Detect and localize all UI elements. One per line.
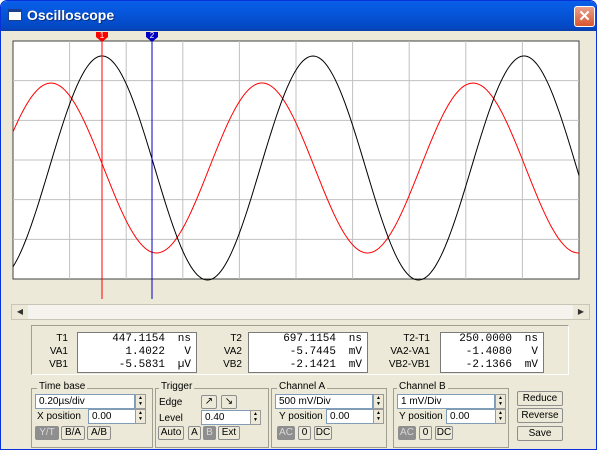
falling-edge-icon[interactable]: ↘ <box>221 395 237 409</box>
channel-b-title: Channel B <box>397 381 448 392</box>
unit-vb2: mV <box>348 359 362 371</box>
unit-va2-va1: V <box>531 346 538 358</box>
trigger-ext-button[interactable]: Ext <box>218 426 240 440</box>
unit-t2: ns <box>348 333 362 345</box>
unit-t1: ns <box>177 333 191 345</box>
channel-a-ac-button[interactable]: AC <box>277 426 295 440</box>
label-t2-t1: T2-T1 <box>403 333 430 344</box>
close-button[interactable]: ✕ <box>574 6 595 27</box>
measurement-readout: T1 VA1 VB1 447.1154 ns 1.4022 V -5.5831 µV … <box>31 325 569 375</box>
channel-a-ypos-label: Y position <box>279 411 323 422</box>
label-t1: T1 <box>56 333 68 344</box>
channel-b-zero-button[interactable]: 0 <box>419 426 432 440</box>
value-t2-t1: 250.0000 <box>459 333 512 345</box>
mode-yt-button[interactable]: Y/T <box>35 426 59 440</box>
unit-vb1: µV <box>177 359 191 371</box>
label-t2: T2 <box>230 333 242 344</box>
channel-b-scale-spinner[interactable]: ▲ ▼ <box>495 394 506 409</box>
value-t1: 447.1154 <box>112 333 165 345</box>
col2-values: 697.1154 ns -5.7445 mV -2.1421 mV <box>248 332 368 373</box>
label-vb2-vb1: VB2-VB1 <box>388 359 430 370</box>
scope-display: 1 2 <box>4 31 593 301</box>
horizontal-scrollbar[interactable]: ◀ ▶ <box>11 304 590 320</box>
col1-values: 447.1154 ns 1.4022 V -5.5831 µV <box>77 332 197 373</box>
channel-a-dc-button[interactable]: DC <box>314 426 332 440</box>
timebase-xpos-label: X position <box>37 411 81 422</box>
label-va2: VA2 <box>223 346 242 357</box>
channel-b-ypos-spinner[interactable]: ▲ ▼ <box>495 409 506 424</box>
trigger-auto-button[interactable]: Auto <box>158 426 184 440</box>
label-vb1: VB1 <box>49 359 68 370</box>
title-bar[interactable]: Oscilloscope ✕ <box>1 1 596 31</box>
col3-values: 250.0000 ns -1.4080 V -2.1366 mV <box>440 332 544 373</box>
label-vb2: VB2 <box>223 359 242 370</box>
value-va2-va1: -1.4080 <box>465 346 512 358</box>
unit-va1: V <box>184 346 191 358</box>
trigger-b-button[interactable]: B <box>203 426 216 440</box>
mode-ba-button[interactable]: B/A <box>61 426 85 440</box>
value-t2: 697.1154 <box>283 333 336 345</box>
unit-va2: mV <box>348 346 362 358</box>
channel-b-ypos-field[interactable]: 0.00 <box>446 409 496 424</box>
channel-a-ypos-field[interactable]: 0.00 <box>326 409 374 424</box>
cursor-1-label: 1 <box>100 31 105 40</box>
timebase-title: Time base <box>37 381 88 392</box>
channel-b-dc-button[interactable]: DC <box>435 426 453 440</box>
unit-t2-t1: ns <box>524 333 538 345</box>
value-va1: 1.4022 <box>125 346 165 358</box>
timebase-xpos-field[interactable]: 0.00 <box>88 409 136 424</box>
trigger-level-label: Level <box>159 413 183 424</box>
reduce-button[interactable]: Reduce <box>517 391 563 406</box>
reverse-button[interactable]: Reverse <box>517 408 563 423</box>
value-vb2-vb1: -2.1366 <box>465 359 512 371</box>
label-va2-va1: VA2-VA1 <box>390 346 430 357</box>
window-title: Oscilloscope <box>27 7 115 23</box>
timebase-xpos-spinner[interactable]: ▲ ▼ <box>135 409 146 424</box>
label-va1: VA1 <box>49 346 68 357</box>
channel-b-scale-field[interactable]: 1 mV/Div <box>397 394 495 409</box>
scope-screen[interactable]: 1 2 <box>4 31 593 301</box>
window-icon <box>8 9 22 21</box>
trigger-title: Trigger <box>159 381 195 392</box>
value-vb2: -2.1421 <box>289 359 336 371</box>
channel-a-scale-field[interactable]: 500 mV/Div <box>275 394 373 409</box>
trigger-level-field[interactable]: 0.40 <box>201 410 251 425</box>
channel-a-ypos-spinner[interactable]: ▲ ▼ <box>373 409 384 424</box>
timebase-scale-spinner[interactable]: ▲ ▼ <box>135 394 146 409</box>
timebase-scale-field[interactable]: 0.20µs/div <box>35 394 135 409</box>
channel-a-zero-button[interactable]: 0 <box>298 426 311 440</box>
channel-a-scale-spinner[interactable]: ▲ ▼ <box>373 394 384 409</box>
save-button[interactable]: Save <box>517 426 563 441</box>
trigger-edge-label: Edge <box>159 397 183 408</box>
mode-ab-button[interactable]: A/B <box>87 426 111 440</box>
value-vb1: -5.5831 <box>118 359 165 371</box>
scroll-right-arrow-icon[interactable]: ▶ <box>573 305 589 319</box>
value-va2: -5.7445 <box>289 346 336 358</box>
cursor-2-label: 2 <box>150 31 155 40</box>
rising-edge-icon[interactable]: ↗ <box>201 395 217 409</box>
channel-b-ypos-label: Y position <box>399 411 443 422</box>
trigger-a-button[interactable]: A <box>188 426 201 440</box>
unit-vb2-vb1: mV <box>524 359 538 371</box>
scroll-left-arrow-icon[interactable]: ◀ <box>12 305 28 319</box>
trigger-level-spinner[interactable]: ▲ ▼ <box>250 410 261 425</box>
channel-a-title: Channel A <box>277 381 328 392</box>
oscilloscope-window: Oscilloscope ✕ 1 2 ◀ ▶ T1 VA1 VB1 447.11… <box>0 0 597 450</box>
channel-b-ac-button[interactable]: AC <box>398 426 416 440</box>
